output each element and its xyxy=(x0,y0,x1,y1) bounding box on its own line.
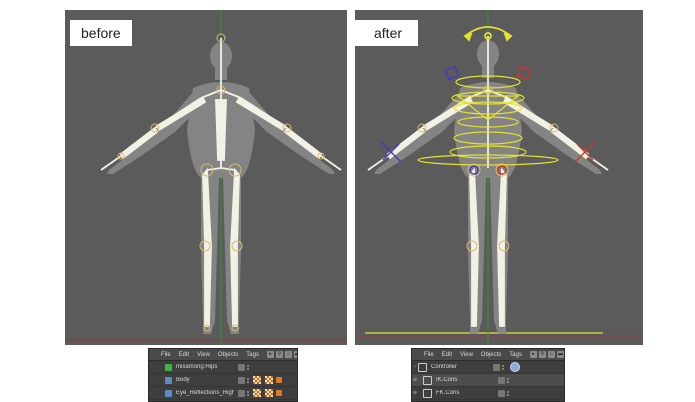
joint-icon xyxy=(165,363,172,371)
expand-icon[interactable]: · xyxy=(149,390,155,396)
om-toolbar: ▸ ⚲ ⌂ ▬ xyxy=(529,351,564,358)
list-item[interactable]: ⊕ IK.Cons xyxy=(412,374,564,387)
list-item[interactable]: · Body xyxy=(149,374,297,387)
search-icon[interactable]: ⚲ xyxy=(538,351,546,358)
menu-file[interactable]: File xyxy=(424,352,434,358)
home-icon[interactable]: ⌂ xyxy=(284,351,292,358)
menu-view[interactable]: View xyxy=(460,352,473,358)
collapse-icon[interactable]: ▬ xyxy=(293,351,297,358)
figure-before-svg xyxy=(65,10,347,345)
menu-edit[interactable]: Edit xyxy=(179,352,189,358)
expand-icon[interactable]: ⊕ xyxy=(412,377,418,383)
arrow-right-icon[interactable]: ▸ xyxy=(266,351,274,358)
before-label: before xyxy=(70,20,132,46)
viewport-after[interactable]: after xyxy=(355,10,643,345)
expand-icon[interactable]: · xyxy=(149,364,155,370)
om-menubar: File Edit View Objects Tags ▸ ⚲ ⌂ ▬ xyxy=(412,349,564,361)
menu-objects[interactable]: Objects xyxy=(218,352,238,358)
viewport-before[interactable]: before xyxy=(65,10,347,345)
render-dots-icon[interactable] xyxy=(507,390,509,396)
om-toolbar: ▸ ⚲ ⌂ ▬ xyxy=(266,351,297,358)
object-manager-after: File Edit View Objects Tags ▸ ⚲ ⌂ ▬ − Co… xyxy=(411,348,565,402)
visibility-icon[interactable] xyxy=(493,363,500,371)
menu-view[interactable]: View xyxy=(197,352,210,358)
list-item[interactable]: · Eye_Reflections_Right xyxy=(149,387,297,400)
visibility-icon[interactable] xyxy=(498,376,505,384)
home-icon[interactable]: ⌂ xyxy=(547,351,555,358)
material-tag-icon[interactable] xyxy=(253,376,261,384)
weight-tag-icon[interactable] xyxy=(276,390,282,396)
om-menubar: File Edit View Objects Tags ▸ ⚲ ⌂ ▬ xyxy=(149,349,297,361)
after-label: after xyxy=(355,20,419,46)
list-item[interactable]: − Controller xyxy=(412,361,564,374)
weight-tag-icon[interactable] xyxy=(276,377,282,383)
object-name: mixamorig:Hips xyxy=(176,364,218,370)
object-name: FK.Cons xyxy=(436,390,460,396)
list-item[interactable]: · mixamorig:Hips xyxy=(149,361,297,374)
material-tag-icon[interactable] xyxy=(265,376,273,384)
figure-after-svg xyxy=(355,10,643,345)
menu-objects[interactable]: Objects xyxy=(481,352,501,358)
visibility-icon[interactable] xyxy=(238,363,245,371)
object-name: Eye_Reflections_Right xyxy=(176,390,234,396)
object-name: Controller xyxy=(431,364,458,370)
search-icon[interactable]: ⚲ xyxy=(275,351,283,358)
expand-icon[interactable]: ⊕ xyxy=(412,390,418,396)
mesh-icon xyxy=(165,376,172,384)
render-dots-icon[interactable] xyxy=(247,390,249,396)
null-icon xyxy=(423,388,432,398)
render-dots-icon[interactable] xyxy=(507,377,509,383)
null-icon xyxy=(423,375,432,385)
menu-edit[interactable]: Edit xyxy=(442,352,452,358)
object-name: IK.Cons xyxy=(436,377,458,383)
python-tag-icon[interactable] xyxy=(510,362,520,372)
null-icon xyxy=(418,362,427,372)
menu-tags[interactable]: Tags xyxy=(509,352,522,358)
menu-file[interactable]: File xyxy=(161,352,171,358)
render-dots-icon[interactable] xyxy=(247,377,249,383)
render-dots-icon[interactable] xyxy=(247,364,249,370)
mesh-icon xyxy=(165,389,172,397)
visibility-icon[interactable] xyxy=(498,389,505,397)
object-manager-before: File Edit View Objects Tags ▸ ⚲ ⌂ ▬ · mi… xyxy=(148,348,298,402)
expand-icon[interactable]: · xyxy=(149,377,155,383)
material-tag-icon[interactable] xyxy=(265,389,273,397)
visibility-icon[interactable] xyxy=(238,389,245,397)
render-dots-icon[interactable] xyxy=(502,364,504,370)
visibility-icon[interactable] xyxy=(238,376,245,384)
list-item[interactable]: ⊕ FK.Cons xyxy=(412,387,564,400)
arrow-right-icon[interactable]: ▸ xyxy=(529,351,537,358)
material-tag-icon[interactable] xyxy=(253,389,261,397)
collapse-icon[interactable]: ▬ xyxy=(556,351,564,358)
menu-tags[interactable]: Tags xyxy=(246,352,259,358)
object-name: Body xyxy=(176,377,190,383)
